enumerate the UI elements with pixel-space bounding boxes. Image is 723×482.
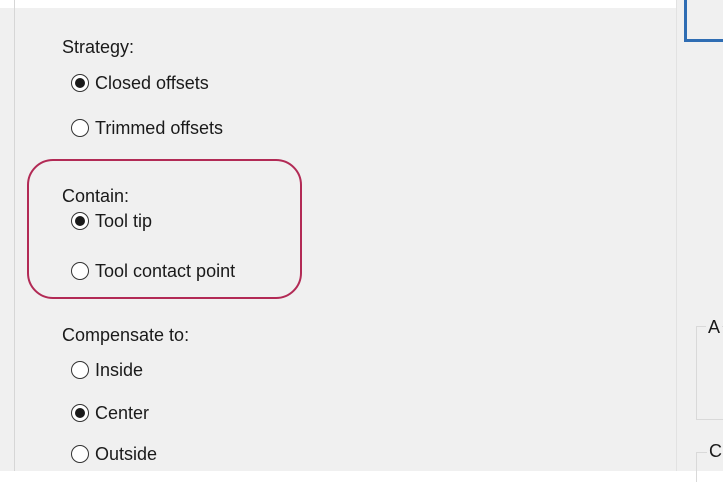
radio-trimmed-offsets[interactable]: Trimmed offsets [71, 117, 223, 139]
radio-label: Tool contact point [95, 261, 236, 281]
radio-label: Center [95, 403, 150, 423]
radio-label: Trimmed offsets [95, 118, 224, 138]
radio-button-checked[interactable] [71, 212, 89, 230]
groupbox-a [696, 326, 723, 420]
groupbox-c-label: C [707, 441, 723, 462]
contain-label: Contain: [62, 186, 130, 206]
strategy-label: Strategy: [62, 37, 135, 57]
radio-label: Inside [95, 360, 144, 380]
radio-button[interactable] [71, 445, 89, 463]
radio-label: Closed offsets [95, 73, 209, 93]
radio-button[interactable] [71, 262, 89, 280]
radio-button-checked[interactable] [71, 74, 89, 92]
radio-button[interactable] [71, 361, 89, 379]
radio-label: Tool tip [95, 211, 153, 231]
radio-inside[interactable]: Inside [71, 359, 143, 381]
radio-button-checked[interactable] [71, 404, 89, 422]
radio-tool-contact-point[interactable]: Tool contact point [71, 260, 235, 282]
groupbox-a-label: A [706, 317, 723, 338]
radio-tool-tip[interactable]: Tool tip [71, 210, 152, 232]
top-strip [0, 0, 723, 8]
settings-panel: Strategy: Closed offsets Trimmed offsets… [0, 0, 723, 482]
compensate-label: Compensate to: [62, 325, 190, 345]
radio-outside[interactable]: Outside [71, 443, 157, 465]
radio-button[interactable] [71, 119, 89, 137]
selection-frame [684, 0, 723, 42]
panel-left-border [14, 0, 15, 471]
radio-center[interactable]: Center [71, 402, 149, 424]
radio-closed-offsets[interactable]: Closed offsets [71, 72, 209, 94]
radio-label: Outside [95, 444, 158, 464]
